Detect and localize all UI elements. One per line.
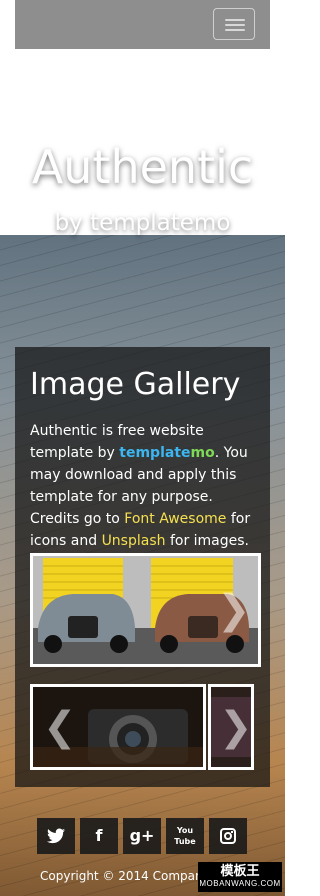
prev-arrow-icon[interactable]: ❮ (43, 707, 77, 747)
watermark-url: MOBANWANG.COM (199, 879, 281, 888)
brand-part: mo (190, 445, 215, 461)
gallery-image-camera[interactable]: ❮ (30, 684, 206, 770)
instagram-icon (220, 828, 236, 844)
hamburger-icon (225, 19, 245, 21)
gallery-panel: Image Gallery Authentic is free website … (15, 347, 270, 787)
google-plus-icon[interactable]: g+ (123, 818, 161, 854)
gallery-description: Authentic is free website template by te… (30, 420, 260, 552)
unsplash-link[interactable]: Unsplash (102, 533, 166, 549)
instagram-icon[interactable] (209, 818, 247, 854)
gallery-image-cars[interactable]: ❯ (30, 553, 261, 667)
gallery-image-partial[interactable]: ❯ (208, 684, 254, 770)
next-arrow-icon[interactable]: ❯ (219, 707, 251, 747)
navbar (15, 0, 270, 49)
hamburger-icon (225, 24, 245, 26)
brand-part: template (119, 445, 191, 461)
hamburger-icon (225, 29, 245, 31)
twitter-icon (47, 828, 65, 844)
social-links: f g+ You Tube (37, 818, 247, 854)
font-awesome-link[interactable]: Font Awesome (124, 511, 226, 527)
templatemo-link[interactable]: templatemo (119, 445, 214, 461)
next-arrow-icon[interactable]: ❯ (217, 590, 251, 630)
menu-toggle-button[interactable] (213, 8, 255, 40)
watermark-logo: 模板王 MOBANWANG.COM (198, 862, 282, 892)
watermark-text: 模板王 (220, 863, 260, 878)
twitter-icon[interactable] (37, 818, 75, 854)
youtube-icon[interactable]: You Tube (166, 818, 204, 854)
site-subtitle: by templatemo (54, 210, 231, 236)
facebook-icon[interactable]: f (80, 818, 118, 854)
gallery-title: Image Gallery (30, 367, 241, 402)
site-title: Authentic (31, 140, 254, 194)
copyright-text: Copyright © 2014 Compan (40, 869, 203, 883)
desc-text: for images. (165, 533, 250, 549)
